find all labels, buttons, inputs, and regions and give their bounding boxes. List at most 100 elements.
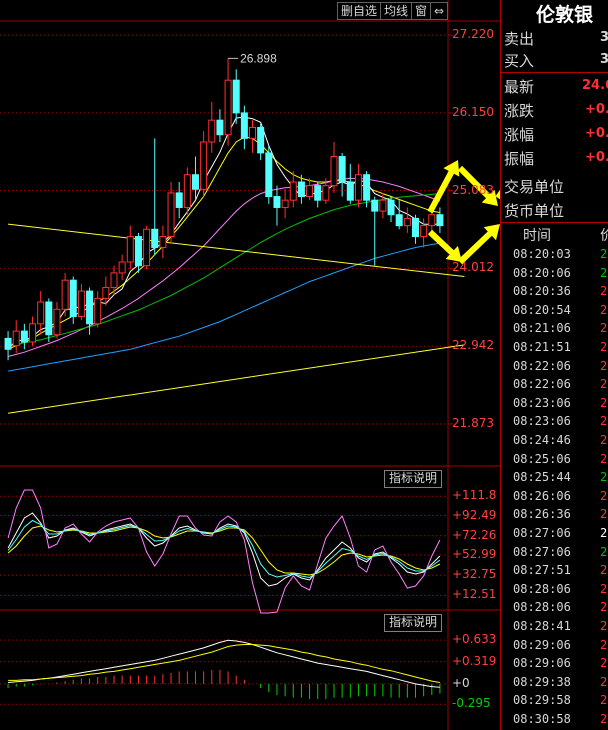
quote-label: 振幅 [504,150,535,168]
tick-time: 08:20:36 [513,284,571,299]
tick-price: 2 [600,544,608,559]
tick-price: 2 [600,247,608,261]
tick-price: 2 [600,563,608,578]
candle-body [428,214,436,227]
tick-price: 2 [600,526,608,540]
quote-label: 卖出 [504,30,535,48]
quote-label: 买入 [504,52,535,70]
tick-price: 2 [600,656,608,671]
candle-body [420,225,428,238]
quote-value: +0.0 [585,126,608,141]
candle-body [306,185,314,198]
candle-body [379,199,387,212]
expand-arrow-icon[interactable]: ⇔ [430,2,449,20]
candle-body [354,174,362,201]
macd-tick-label: +0.633 [452,632,497,647]
candle-body [395,214,403,227]
candle-body [143,228,151,267]
kdj-tick-label: +92.49 [452,507,497,522]
candle-body [265,152,273,198]
candle-body [12,330,20,347]
tick-time: 08:25:06 [513,451,571,466]
tick-price: 2 [600,712,608,726]
annotation-arrow-icon [427,229,462,262]
candle-body [53,308,61,336]
candle-body [330,156,338,187]
tick-time: 08:29:38 [513,674,571,689]
tick-price: 2 [600,358,608,373]
macd-tick-label: +0.319 [452,653,497,668]
kdj-d-line [7,525,441,576]
candle-body [191,174,199,190]
delete-favorite-button[interactable]: 删自选 [337,2,382,20]
candle-body [94,297,102,325]
candle-body [20,330,28,343]
kdj-indicator-help-button[interactable]: 指标说明 [384,470,443,488]
quote-label: 最新 [504,78,535,96]
kdj-tick-label: +72.26 [452,527,497,542]
candle-body [273,196,281,208]
candle-body [322,185,330,201]
tick-time: 08:23:06 [513,414,571,429]
candle-body [102,286,110,299]
tick-time: 08:28:06 [513,581,571,596]
quote-value: 3 [600,52,608,67]
candle-body [240,112,248,139]
candle-body [29,323,37,343]
kdj-tick-label: +111.8 [452,488,497,503]
tick-price: 2 [600,395,608,410]
price-tick-label: 25.083 [452,182,494,197]
window-button[interactable]: 窗 [411,2,432,20]
candle-body [224,79,232,136]
tick-price: 2 [600,488,608,503]
quote-value: +0.0 [585,102,608,117]
candle-body [200,141,208,190]
kdj-tick-label: +32.75 [452,567,497,582]
quote-label: 货币单位 [504,202,565,220]
tick-price: 2 [600,377,608,392]
tick-time: 08:21:06 [513,321,571,336]
quote-separator [501,222,608,223]
candle-body [86,290,94,325]
quote-value: 24.6 [582,78,608,93]
price-tick-label: 22.942 [452,338,494,353]
candle-body [175,192,183,208]
tick-price: 2 [600,451,608,466]
trendline [7,344,465,414]
macd-dea-line [8,644,440,683]
tick-time: 08:21:51 [513,340,571,354]
tick-time: 08:20:03 [513,247,571,261]
candle-body [216,119,224,136]
candle-body [159,236,167,248]
quote-label: 涨幅 [504,126,535,144]
candle-body [232,79,240,114]
tick-time: 08:22:06 [513,377,571,392]
kdj-tick-label: +12.51 [452,587,497,602]
tick-price: 2 [600,600,608,615]
tick-price: 2 [600,284,608,299]
macd-indicator-help-button[interactable]: 指标说明 [384,614,443,632]
candle-body [134,236,142,267]
tick-price: 2 [600,414,608,429]
candle-body [249,126,257,139]
moving-average-button[interactable]: 均线 [380,2,413,20]
price-tick-label: 27.220 [452,27,494,42]
tick-time: 08:29:58 [513,693,571,708]
candle-body [45,301,53,336]
candle-body [314,185,322,201]
price-tick-label: 21.873 [452,415,494,430]
kdj-tick-label: +52.99 [452,547,497,561]
candle-body [257,126,265,154]
quote-label: 交易单位 [504,178,565,196]
kdj-j-line [7,489,441,614]
candle-body [208,119,216,143]
tick-price: 2 [600,581,608,596]
tick-time: 08:20:06 [513,265,571,280]
trading-screen: 26.898 删自选 均线 窗 ⇔ 指标说明 指标说明 27.220 26.150… [0,0,608,730]
candle-body [436,214,444,227]
tick-time: 08:23:06 [513,395,571,410]
tick-price: 2 [600,302,608,317]
tick-time: 08:26:06 [513,488,571,503]
tick-time: 08:28:41 [513,619,571,633]
price-tick-label: 24.012 [452,260,494,275]
